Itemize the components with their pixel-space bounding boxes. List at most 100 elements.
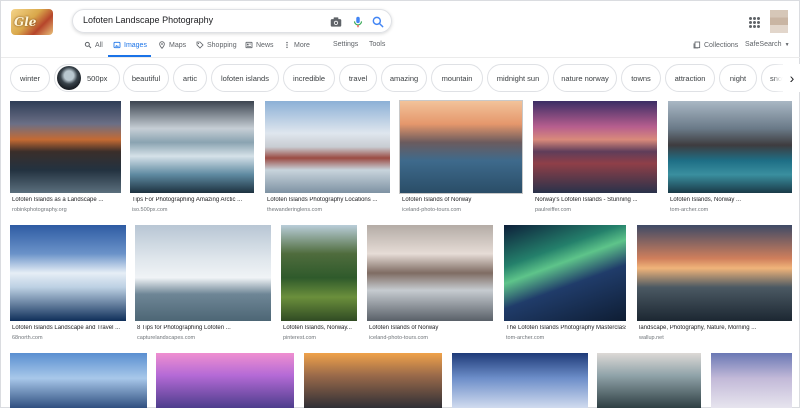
image-result[interactable]: Lofoten Islands, Norway ... tom-archer.c… [668, 101, 792, 215]
chevron-right-icon[interactable]: › [783, 64, 800, 92]
safesearch-menu[interactable]: SafeSearch ▼ [745, 41, 790, 48]
result-thumbnail[interactable] [265, 101, 390, 193]
result-thumbnail[interactable] [637, 225, 792, 321]
result-thumbnail[interactable] [533, 101, 657, 193]
result-source: capturelandscapes.com [137, 335, 196, 341]
image-result[interactable]: The Lofoten Islands Photography Mastercl… [504, 225, 626, 343]
avatar[interactable] [770, 10, 788, 33]
chip-thumbnail [57, 66, 81, 90]
tab-label: More [294, 41, 310, 49]
result-source: robinkphotography.org [12, 207, 67, 213]
image-result[interactable] [304, 353, 442, 408]
image-result[interactable]: Lofoten Islands of Norway iceland-photo-… [367, 225, 493, 343]
result-caption[interactable]: Lofoten Islands Photography Locations ..… [267, 197, 390, 203]
image-result[interactable]: landscape, Photography, Nature, Morning … [637, 225, 792, 343]
result-source: tom-archer.com [506, 335, 545, 341]
image-result[interactable] [711, 353, 792, 408]
result-thumbnail[interactable] [304, 353, 442, 408]
google-logo[interactable]: Gle [11, 9, 53, 35]
result-thumbnail[interactable] [668, 101, 792, 193]
divider [1, 57, 800, 58]
result-caption[interactable]: Lofoten Islands, Norway... [283, 325, 357, 331]
result-caption[interactable]: The Lofoten Islands Photography Mastercl… [506, 325, 626, 331]
tab-label: SafeSearch [745, 41, 782, 48]
result-thumbnail[interactable] [452, 353, 588, 408]
chip[interactable]: winter [10, 64, 50, 92]
tab-news[interactable]: News [245, 41, 274, 49]
chip[interactable]: towns [621, 64, 661, 92]
result-source: tom-archer.com [670, 207, 709, 213]
result-thumbnail[interactable] [10, 101, 121, 193]
chip[interactable]: night [719, 64, 757, 92]
image-result[interactable]: 8 Tips for Photographing Lofoten ... cap… [135, 225, 271, 343]
result-caption[interactable]: Tips For Photographing Amazing Arctic ..… [132, 197, 254, 203]
chip[interactable]: travel [339, 64, 377, 92]
image-result[interactable]: Lofoten Islands of Norway iceland-photo-… [400, 101, 522, 215]
result-thumbnail[interactable] [135, 225, 271, 321]
result-caption[interactable]: Lofoten Islands, Norway ... [670, 197, 792, 203]
tab-more[interactable]: More [283, 41, 310, 49]
tab-all[interactable]: All [84, 41, 103, 49]
result-caption[interactable]: Lofoten Islands of Norway [369, 325, 493, 331]
camera-icon[interactable] [329, 15, 343, 29]
chip[interactable]: artic [173, 64, 207, 92]
result-thumbnail[interactable] [597, 353, 701, 408]
result-thumbnail[interactable] [10, 353, 147, 408]
chip[interactable]: lofoten islands [211, 64, 279, 92]
more-vert-icon [286, 41, 288, 49]
image-result[interactable] [597, 353, 701, 408]
chip[interactable]: midnight sun [487, 64, 549, 92]
tab-label: Maps [169, 41, 187, 49]
image-result[interactable]: Norway's Lofoten Islands - Stunning ... … [533, 101, 657, 215]
chip[interactable]: attraction [665, 64, 715, 92]
tab-label: All [95, 41, 103, 49]
tab-images[interactable]: Images [113, 41, 147, 49]
result-caption[interactable]: landscape, Photography, Nature, Morning … [639, 325, 792, 331]
result-caption[interactable]: Lofoten Islands Landscape and Travel ... [12, 325, 126, 331]
chip[interactable]: amazing [381, 64, 427, 92]
result-thumbnail[interactable] [504, 225, 626, 321]
result-thumbnail[interactable] [156, 353, 294, 408]
result-caption[interactable]: Lofoten Islands of Norway [402, 197, 522, 203]
image-result[interactable]: Lofoten Islands, Norway... pinterest.com [281, 225, 357, 343]
chip[interactable]: mountain [431, 64, 483, 92]
search-input[interactable] [83, 15, 313, 25]
result-thumbnail[interactable] [281, 225, 357, 321]
microphone-icon[interactable] [351, 15, 365, 29]
chip[interactable]: beautiful [123, 64, 169, 92]
result-source: paulreiffer.com [535, 207, 571, 213]
image-result[interactable]: Lofoten Islands Photography Locations ..… [265, 101, 390, 215]
image-result[interactable] [452, 353, 588, 408]
result-thumbnail[interactable] [400, 101, 522, 193]
image-result[interactable]: Lofoten Islands Landscape and Travel ...… [10, 225, 126, 343]
result-thumbnail[interactable] [10, 225, 126, 321]
tag-icon [196, 41, 204, 49]
apps-grid-icon[interactable] [749, 17, 760, 28]
image-result[interactable]: Tips For Photographing Amazing Arctic ..… [130, 101, 254, 215]
settings-link[interactable]: Settings [333, 41, 358, 48]
collections-icon [693, 41, 701, 49]
tab-maps[interactable]: Maps [158, 41, 186, 49]
result-caption[interactable]: Norway's Lofoten Islands - Stunning ... [535, 197, 657, 203]
image-result[interactable] [156, 353, 294, 408]
tab-shopping[interactable]: Shopping [196, 41, 237, 49]
image-result[interactable] [10, 353, 147, 408]
result-caption[interactable]: 8 Tips for Photographing Lofoten ... [137, 325, 271, 331]
search-box [72, 9, 392, 33]
result-source: iceland-photo-tours.com [369, 335, 429, 341]
newspaper-icon [245, 41, 253, 49]
result-thumbnail[interactable] [367, 225, 493, 321]
caret-down-icon: ▼ [784, 41, 790, 48]
chip[interactable]: 500px [54, 64, 120, 92]
image-result[interactable]: Lofoten Islands as a Landscape ... robin… [10, 101, 121, 215]
result-caption[interactable]: Lofoten Islands as a Landscape ... [12, 197, 121, 203]
search-icon[interactable] [371, 15, 385, 29]
tab-label: Images [124, 41, 147, 49]
tools-link[interactable]: Tools [369, 41, 385, 48]
chip[interactable]: incredible [283, 64, 335, 92]
logo-text: Gle [14, 15, 37, 29]
result-thumbnail[interactable] [130, 101, 254, 193]
collections-link[interactable]: Collections [693, 41, 738, 49]
chip[interactable]: nature norway [553, 64, 617, 92]
result-thumbnail[interactable] [711, 353, 792, 408]
